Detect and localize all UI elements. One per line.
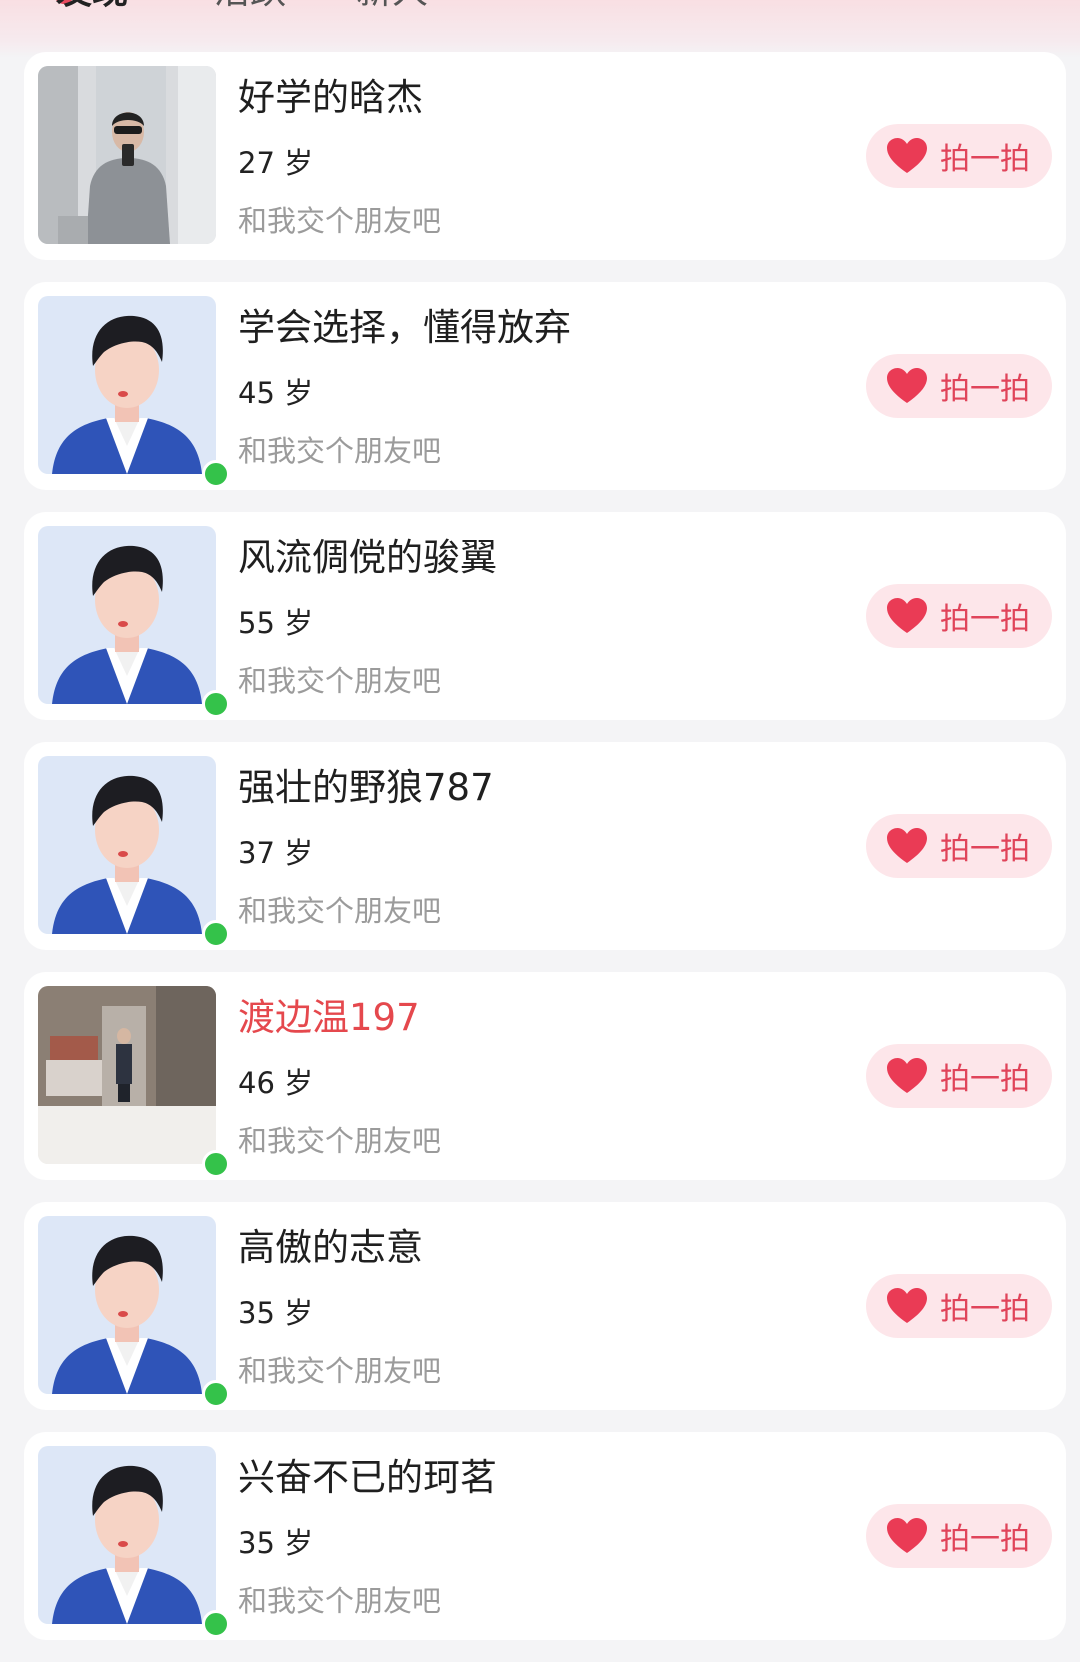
user-age: 35 岁 <box>238 1526 314 1560</box>
user-list: 好学的晗杰 27 岁 和我交个朋友吧 拍一拍 学会选择，懂得放弃 45 岁 和我… <box>24 52 1066 1662</box>
pat-button[interactable]: 拍一拍 <box>866 1274 1052 1338</box>
user-greeting: 和我交个朋友吧 <box>238 894 442 928</box>
pat-button[interactable]: 拍一拍 <box>866 814 1052 878</box>
online-status-dot <box>202 1150 230 1178</box>
pat-button-label: 拍一拍 <box>940 1522 1030 1557</box>
default-male-avatar-icon <box>38 1216 216 1394</box>
user-greeting: 和我交个朋友吧 <box>238 1354 442 1388</box>
default-male-avatar-icon <box>38 756 216 934</box>
pat-button-label: 拍一拍 <box>940 372 1030 407</box>
pat-button-label: 拍一拍 <box>940 1062 1030 1097</box>
tab-active[interactable]: 活跃 <box>214 0 286 10</box>
user-age: 55 岁 <box>238 606 314 640</box>
tab-new[interactable]: 新人 <box>356 0 428 10</box>
avatar-container[interactable] <box>38 1216 230 1408</box>
avatar-container[interactable] <box>38 296 230 488</box>
heart-icon <box>887 1288 927 1323</box>
user-card[interactable]: 强壮的野狼787 37 岁 和我交个朋友吧 拍一拍 <box>24 742 1066 950</box>
user-card[interactable]: 学会选择，懂得放弃 45 岁 和我交个朋友吧 拍一拍 <box>24 282 1066 490</box>
user-age: 35 岁 <box>238 1296 314 1330</box>
user-nickname[interactable]: 高傲的志意 <box>238 1227 423 1269</box>
user-photo-icon <box>38 66 216 244</box>
user-greeting: 和我交个朋友吧 <box>238 434 442 468</box>
avatar-container[interactable] <box>38 526 230 718</box>
user-photo-icon <box>38 986 216 1164</box>
heart-icon <box>887 1058 927 1093</box>
online-status-dot <box>202 460 230 488</box>
pat-button[interactable]: 拍一拍 <box>866 584 1052 648</box>
online-status-dot <box>202 920 230 948</box>
avatar-container[interactable] <box>38 66 216 244</box>
avatar[interactable] <box>38 1216 216 1394</box>
avatar-container[interactable] <box>38 756 230 948</box>
user-greeting: 和我交个朋友吧 <box>238 204 442 238</box>
default-male-avatar-icon <box>38 296 216 474</box>
user-age: 46 岁 <box>238 1066 314 1100</box>
user-card[interactable]: 高傲的志意 35 岁 和我交个朋友吧 拍一拍 <box>24 1202 1066 1410</box>
avatar[interactable] <box>38 756 216 934</box>
user-card[interactable]: 风流倜傥的骏翼 55 岁 和我交个朋友吧 拍一拍 <box>24 512 1066 720</box>
user-greeting: 和我交个朋友吧 <box>238 664 442 698</box>
user-card[interactable]: 渡边温197 46 岁 和我交个朋友吧 拍一拍 <box>24 972 1066 1180</box>
pat-button-label: 拍一拍 <box>940 1292 1030 1327</box>
heart-icon <box>887 138 927 173</box>
user-nickname[interactable]: 学会选择，懂得放弃 <box>238 307 571 349</box>
online-status-dot <box>202 1380 230 1408</box>
user-card[interactable]: 兴奋不已的珂茗 35 岁 和我交个朋友吧 拍一拍 <box>24 1432 1066 1640</box>
avatar-container[interactable] <box>38 1446 230 1638</box>
user-card[interactable]: 好学的晗杰 27 岁 和我交个朋友吧 拍一拍 <box>24 52 1066 260</box>
pat-button[interactable]: 拍一拍 <box>866 1504 1052 1568</box>
online-status-dot <box>202 690 230 718</box>
avatar[interactable] <box>38 526 216 704</box>
tab-discover[interactable]: 发现 <box>56 0 128 10</box>
heart-icon <box>887 368 927 403</box>
pat-button[interactable]: 拍一拍 <box>866 354 1052 418</box>
default-male-avatar-icon <box>38 526 216 704</box>
pat-button-label: 拍一拍 <box>940 832 1030 867</box>
user-nickname[interactable]: 好学的晗杰 <box>238 77 423 119</box>
heart-icon <box>887 1518 927 1553</box>
user-greeting: 和我交个朋友吧 <box>238 1124 442 1158</box>
user-nickname[interactable]: 渡边温197 <box>238 997 420 1039</box>
user-nickname[interactable]: 风流倜傥的骏翼 <box>238 537 497 579</box>
user-greeting: 和我交个朋友吧 <box>238 1584 442 1618</box>
top-tab-bar: 发现 活跃 新人 <box>0 0 1080 58</box>
pat-button[interactable]: 拍一拍 <box>866 1044 1052 1108</box>
online-status-dot <box>202 1610 230 1638</box>
user-age: 27 岁 <box>238 146 314 180</box>
avatar[interactable] <box>38 986 216 1164</box>
avatar[interactable] <box>38 66 216 244</box>
avatar-container[interactable] <box>38 986 230 1178</box>
default-male-avatar-icon <box>38 1446 216 1624</box>
user-age: 45 岁 <box>238 376 314 410</box>
pat-button-label: 拍一拍 <box>940 602 1030 637</box>
user-nickname[interactable]: 兴奋不已的珂茗 <box>238 1457 497 1499</box>
user-nickname[interactable]: 强壮的野狼787 <box>238 767 494 809</box>
heart-icon <box>887 598 927 633</box>
pat-button[interactable]: 拍一拍 <box>866 124 1052 188</box>
avatar[interactable] <box>38 296 216 474</box>
avatar[interactable] <box>38 1446 216 1624</box>
pat-button-label: 拍一拍 <box>940 142 1030 177</box>
user-age: 37 岁 <box>238 836 314 870</box>
heart-icon <box>887 828 927 863</box>
